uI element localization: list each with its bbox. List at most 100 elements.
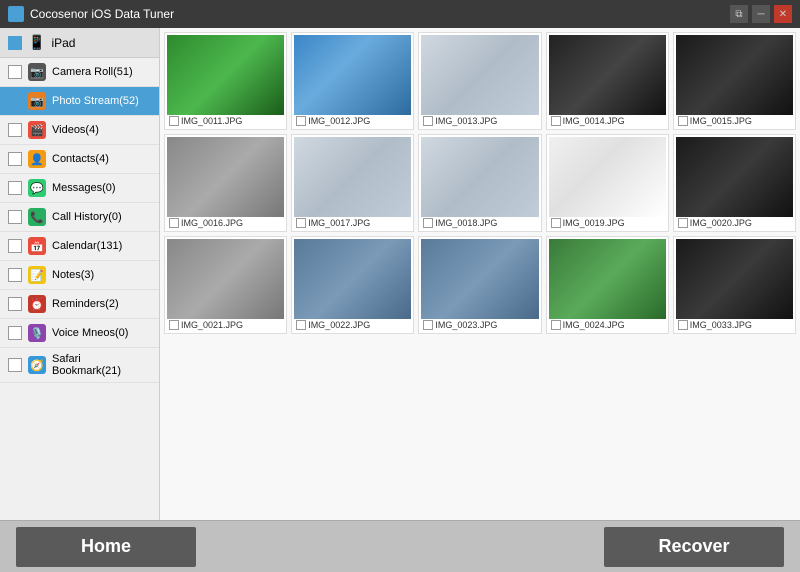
photo-item-img-0019[interactable]: IMG_0019.JPG <box>546 134 669 232</box>
minimize-button[interactable]: ─ <box>752 5 770 23</box>
device-checkbox[interactable] <box>8 36 22 50</box>
photo-checkbox-img-0024[interactable] <box>551 320 561 330</box>
sidebar-item-photo-stream[interactable]: 📷 Photo Stream(52) <box>0 87 159 116</box>
photo-item-img-0018[interactable]: IMG_0018.JPG <box>418 134 541 232</box>
sidebar-label-reminders: Reminders(2) <box>52 298 119 310</box>
photo-label-img-0023: IMG_0023.JPG <box>421 319 538 331</box>
app-title: Cocosenor iOS Data Tuner <box>30 7 730 21</box>
sidebar-item-messages[interactable]: 💬Messages(0) <box>0 174 159 203</box>
checkbox-call-history[interactable] <box>8 210 22 224</box>
app-icon <box>8 6 24 22</box>
sidebar-label-safari-bookmark: Safari Bookmark(21) <box>52 353 151 377</box>
sidebar-item-safari-bookmark[interactable]: 🧭Safari Bookmark(21) <box>0 348 159 383</box>
sidebar-label-notes: Notes(3) <box>52 269 94 281</box>
photo-label-img-0011: IMG_0011.JPG <box>167 115 284 127</box>
checkbox-photo-stream[interactable] <box>8 94 22 108</box>
photo-grid: IMG_0011.JPGIMG_0012.JPGIMG_0013.JPGIMG_… <box>164 32 796 334</box>
photo-thumb-img-0024 <box>549 239 666 319</box>
photo-item-img-0014[interactable]: IMG_0014.JPG <box>546 32 669 130</box>
checkbox-safari-bookmark[interactable] <box>8 358 22 372</box>
photo-label-img-0017: IMG_0017.JPG <box>294 217 411 229</box>
sidebar-label-voice-memos: Voice Mneos(0) <box>52 327 128 339</box>
photo-item-img-0021[interactable]: IMG_0021.JPG <box>164 236 287 334</box>
sidebar-item-voice-memos[interactable]: 🎙️ Voice Mneos(0) <box>0 319 159 348</box>
photo-item-img-0016[interactable]: IMG_0016.JPG <box>164 134 287 232</box>
window-controls: ⧉ ─ ✕ <box>730 5 792 23</box>
sidebar-item-notes[interactable]: 📝 Notes(3) <box>0 261 159 290</box>
sidebar-label-calendar: Calendar(131) <box>52 240 122 252</box>
photo-checkbox-img-0033[interactable] <box>678 320 688 330</box>
photo-thumb-img-0012 <box>294 35 411 115</box>
photo-label-img-0016: IMG_0016.JPG <box>167 217 284 229</box>
sidebar-item-calendar[interactable]: 📅Calendar(131) <box>0 232 159 261</box>
photo-thumb-img-0033 <box>676 239 793 319</box>
photo-label-img-0019: IMG_0019.JPG <box>549 217 666 229</box>
checkbox-reminders[interactable] <box>8 297 22 311</box>
photo-checkbox-img-0019[interactable] <box>551 218 561 228</box>
sidebar-item-videos[interactable]: 🎬Videos(4) <box>0 116 159 145</box>
photo-item-img-0023[interactable]: IMG_0023.JPG <box>418 236 541 334</box>
photo-checkbox-img-0022[interactable] <box>296 320 306 330</box>
photo-checkbox-img-0018[interactable] <box>423 218 433 228</box>
sidebar-label-photo-stream: Photo Stream(52) <box>52 95 139 107</box>
photo-thumb-img-0013 <box>421 35 538 115</box>
photo-item-img-0017[interactable]: IMG_0017.JPG <box>291 134 414 232</box>
voice-icon: 🎙️ <box>28 324 46 342</box>
photo-item-img-0012[interactable]: IMG_0012.JPG <box>291 32 414 130</box>
photo-item-img-0011[interactable]: IMG_0011.JPG <box>164 32 287 130</box>
photo-thumb-img-0018 <box>421 137 538 217</box>
checkbox-voice-memos[interactable] <box>8 326 22 340</box>
photo-item-img-0020[interactable]: IMG_0020.JPG <box>673 134 796 232</box>
checkbox-calendar[interactable] <box>8 239 22 253</box>
photo-label-img-0021: IMG_0021.JPG <box>167 319 284 331</box>
checkbox-camera-roll[interactable] <box>8 65 22 79</box>
home-button[interactable]: Home <box>16 527 196 567</box>
photo-item-img-0015[interactable]: IMG_0015.JPG <box>673 32 796 130</box>
photo-icon: 📷 <box>28 92 46 110</box>
photo-item-img-0033[interactable]: IMG_0033.JPG <box>673 236 796 334</box>
main-container: 📱 iPad 📷Camera Roll(51) 📷 Photo Stream(52)… <box>0 28 800 520</box>
checkbox-messages[interactable] <box>8 181 22 195</box>
device-item[interactable]: 📱 iPad <box>0 28 159 58</box>
device-label: iPad <box>51 36 75 50</box>
photo-label-img-0024: IMG_0024.JPG <box>549 319 666 331</box>
notes-icon: 📝 <box>28 266 46 284</box>
checkbox-notes[interactable] <box>8 268 22 282</box>
photo-checkbox-img-0011[interactable] <box>169 116 179 126</box>
photo-checkbox-img-0012[interactable] <box>296 116 306 126</box>
sidebar-label-call-history: Call History(0) <box>52 211 122 223</box>
sidebar-item-camera-roll[interactable]: 📷Camera Roll(51) <box>0 58 159 87</box>
checkbox-contacts[interactable] <box>8 152 22 166</box>
photo-label-img-0015: IMG_0015.JPG <box>676 115 793 127</box>
call-icon: 📞 <box>28 208 46 226</box>
checkbox-videos[interactable] <box>8 123 22 137</box>
photo-item-img-0013[interactable]: IMG_0013.JPG <box>418 32 541 130</box>
photo-checkbox-img-0020[interactable] <box>678 218 688 228</box>
recover-button[interactable]: Recover <box>604 527 784 567</box>
photo-thumb-img-0011 <box>167 35 284 115</box>
photo-checkbox-img-0017[interactable] <box>296 218 306 228</box>
sidebar-item-contacts[interactable]: 👤Contacts(4) <box>0 145 159 174</box>
sidebar: 📱 iPad 📷Camera Roll(51) 📷 Photo Stream(52)… <box>0 28 160 520</box>
photo-checkbox-img-0021[interactable] <box>169 320 179 330</box>
photo-grid-container[interactable]: IMG_0011.JPGIMG_0012.JPGIMG_0013.JPGIMG_… <box>160 28 800 520</box>
photo-checkbox-img-0016[interactable] <box>169 218 179 228</box>
photo-checkbox-img-0013[interactable] <box>423 116 433 126</box>
photo-label-img-0018: IMG_0018.JPG <box>421 217 538 229</box>
photo-checkbox-img-0014[interactable] <box>551 116 561 126</box>
photo-thumb-img-0022 <box>294 239 411 319</box>
photo-label-img-0022: IMG_0022.JPG <box>294 319 411 331</box>
sidebar-item-reminders[interactable]: ⏰Reminders(2) <box>0 290 159 319</box>
sidebar-label-camera-roll: Camera Roll(51) <box>52 66 133 78</box>
photo-checkbox-img-0023[interactable] <box>423 320 433 330</box>
photo-thumb-img-0023 <box>421 239 538 319</box>
photo-thumb-img-0016 <box>167 137 284 217</box>
restore-button[interactable]: ⧉ <box>730 5 748 23</box>
close-button[interactable]: ✕ <box>774 5 792 23</box>
footer: Home Recover <box>0 520 800 572</box>
photo-label-img-0033: IMG_0033.JPG <box>676 319 793 331</box>
photo-checkbox-img-0015[interactable] <box>678 116 688 126</box>
sidebar-item-call-history[interactable]: 📞 Call History(0) <box>0 203 159 232</box>
photo-item-img-0022[interactable]: IMG_0022.JPG <box>291 236 414 334</box>
photo-item-img-0024[interactable]: IMG_0024.JPG <box>546 236 669 334</box>
